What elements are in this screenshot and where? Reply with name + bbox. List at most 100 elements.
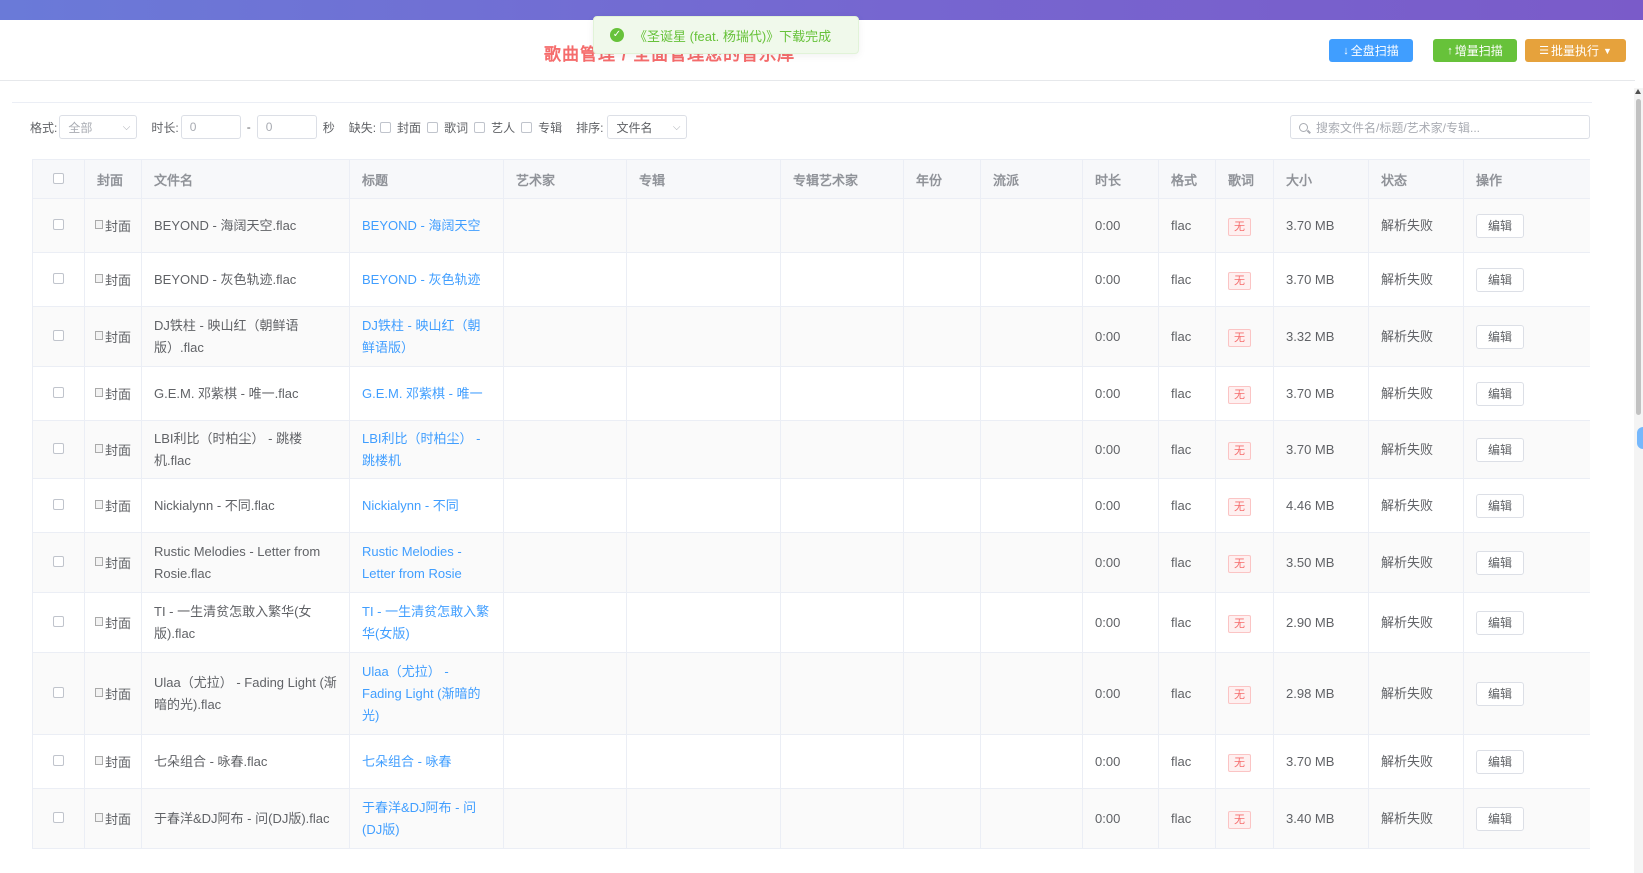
format-cell: flac xyxy=(1158,366,1216,421)
row-checkbox[interactable] xyxy=(53,386,64,398)
size-cell: 4.46 MB xyxy=(1273,478,1369,533)
row-select-cell xyxy=(32,252,85,307)
title-link[interactable]: BEYOND - 海阔天空 xyxy=(362,218,480,233)
edit-button[interactable]: 编辑 xyxy=(1476,749,1525,774)
album-cell xyxy=(626,478,781,533)
title-link[interactable]: LBI利比（时柏尘） - 跳楼机 xyxy=(362,431,480,468)
incremental-scan-button[interactable]: ↑ 增量扫描 xyxy=(1433,39,1517,62)
row-checkbox[interactable] xyxy=(53,555,64,567)
row-checkbox[interactable] xyxy=(53,272,64,284)
table-row: 封面 Rustic Melodies - Letter from Rosie.fl… xyxy=(32,532,1590,593)
sort-select[interactable]: 文件名 ⌵ xyxy=(607,115,688,139)
scrollbar-thumb[interactable] xyxy=(1636,99,1641,415)
title-link[interactable]: Rustic Melodies - Letter from Rosie xyxy=(362,544,462,581)
edit-button[interactable]: 编辑 xyxy=(1476,437,1525,462)
format-cell: flac xyxy=(1158,734,1216,789)
missing-artist-checkbox[interactable] xyxy=(474,121,486,133)
title-link[interactable]: BEYOND - 灰色轨迹 xyxy=(362,272,480,287)
filename-cell: DJ铁柱 - 映山红（朝鲜语版）.flac xyxy=(141,306,350,367)
title-link[interactable]: Nickialynn - 不同 xyxy=(362,498,459,513)
filename-cell: LBI利比（时柏尘） - 跳楼机.flac xyxy=(141,420,350,479)
cover-cell: 封面 xyxy=(84,366,142,421)
row-checkbox[interactable] xyxy=(53,442,64,454)
title-link[interactable]: G.E.M. 邓紫棋 - 唯一 xyxy=(362,386,483,401)
edit-button[interactable]: 编辑 xyxy=(1476,267,1525,292)
title-link[interactable]: DJ铁柱 - 映山红（朝鲜语版） xyxy=(362,318,480,355)
edit-button[interactable]: 编辑 xyxy=(1476,806,1525,831)
title-cell: BEYOND - 灰色轨迹 xyxy=(349,252,504,307)
cover-image: 封面 xyxy=(95,809,131,831)
genre-cell xyxy=(980,420,1083,479)
row-checkbox[interactable] xyxy=(53,329,64,341)
cover-image: 封面 xyxy=(95,684,131,706)
lyrics-status-badge: 无 xyxy=(1228,328,1251,347)
format-cell: flac xyxy=(1158,198,1216,253)
duration-cell: 0:00 xyxy=(1082,366,1159,421)
row-checkbox[interactable] xyxy=(53,218,64,230)
title-link[interactable]: 七朵组合 - 咏春 xyxy=(362,754,452,769)
search-input[interactable]: 搜索文件名/标题/艺术家/专辑... xyxy=(1290,115,1590,139)
actions-cell: 编辑 xyxy=(1463,420,1590,479)
filename-cell: 于春洋&DJ阿布 - 问(DJ版).flac xyxy=(141,788,350,849)
format-cell: flac xyxy=(1158,420,1216,479)
duration-min-input[interactable]: 0 xyxy=(180,115,241,139)
column-header: 专辑 xyxy=(626,159,781,199)
filename-cell: Rustic Melodies - Letter from Rosie.flac xyxy=(141,532,350,593)
row-checkbox[interactable] xyxy=(53,615,64,627)
cover-cell: 封面 xyxy=(84,478,142,533)
status-cell: 解析失败 xyxy=(1368,252,1464,307)
row-checkbox[interactable] xyxy=(53,498,64,510)
missing-album-checkbox[interactable] xyxy=(521,121,533,133)
size-cell: 2.98 MB xyxy=(1273,652,1369,735)
row-select-cell xyxy=(32,420,85,479)
lyrics-cell: 无 xyxy=(1215,198,1274,253)
lyrics-status-badge: 无 xyxy=(1228,810,1251,829)
size-cell: 3.70 MB xyxy=(1273,420,1369,479)
missing-cover-checkbox[interactable] xyxy=(380,121,392,133)
cover-alt-text: 封面 xyxy=(105,615,132,631)
duration-cell: 0:00 xyxy=(1082,734,1159,789)
edit-button[interactable]: 编辑 xyxy=(1476,610,1525,635)
album-cell xyxy=(626,252,781,307)
edit-button[interactable]: 编辑 xyxy=(1476,550,1525,575)
artist-cell xyxy=(503,420,627,479)
format-cell: flac xyxy=(1158,478,1216,533)
duration-max-input[interactable]: 0 xyxy=(256,115,317,139)
size-cell: 3.50 MB xyxy=(1273,532,1369,593)
format-select[interactable]: 全部 ⌵ xyxy=(59,115,138,139)
title-link[interactable]: TI - 一生清贫怎敢入繁华(女版) xyxy=(362,604,489,641)
edit-button[interactable]: 编辑 xyxy=(1476,381,1525,406)
batch-execute-button[interactable]: ☰ 批量执行 ▼ xyxy=(1525,39,1626,62)
year-cell xyxy=(903,198,981,253)
table-row: 封面 Nickialynn - 不同.flac Nickialynn - 不同 0:0… xyxy=(32,478,1590,533)
songs-table-container: 封面 文件名 标题 艺术家 专辑 专辑艺术家 年份 流派 时长 格式 歌词 大小… xyxy=(32,159,1590,873)
album-cell xyxy=(626,652,781,735)
row-checkbox[interactable] xyxy=(53,754,64,766)
cover-alt-text: 封面 xyxy=(105,686,132,702)
year-cell xyxy=(903,652,981,735)
title-link[interactable]: Ulaa（尤拉） - Fading Light (渐暗的光) xyxy=(362,664,481,723)
row-checkbox[interactable] xyxy=(53,686,64,698)
actions-cell: 编辑 xyxy=(1463,198,1590,253)
edit-button[interactable]: 编辑 xyxy=(1476,493,1525,518)
edit-button[interactable]: 编辑 xyxy=(1476,213,1525,238)
artist-cell xyxy=(503,734,627,789)
select-all-checkbox[interactable] xyxy=(53,172,64,184)
duration-max-placeholder: 0 xyxy=(265,120,273,134)
artist-cell xyxy=(503,366,627,421)
full-scan-button[interactable]: ↓ 全盘扫描 xyxy=(1329,39,1413,62)
side-float-tab[interactable] xyxy=(1637,427,1643,449)
edit-button[interactable]: 编辑 xyxy=(1476,324,1525,349)
duration-cell: 0:00 xyxy=(1082,478,1159,533)
page-scrollbar[interactable] xyxy=(1634,88,1643,873)
artist-cell xyxy=(503,306,627,367)
edit-button[interactable]: 编辑 xyxy=(1476,681,1525,706)
table-row: 封面 DJ铁柱 - 映山红（朝鲜语版）.flac DJ铁柱 - 映山红（朝鲜语版） 0… xyxy=(32,306,1590,367)
actions-cell: 编辑 xyxy=(1463,734,1590,789)
size-cell: 3.70 MB xyxy=(1273,198,1369,253)
title-link[interactable]: 于春洋&DJ阿布 - 问(DJ版) xyxy=(362,800,476,837)
row-checkbox[interactable] xyxy=(53,811,64,823)
scroll-up-icon[interactable] xyxy=(1635,89,1641,94)
missing-lyrics-checkbox[interactable] xyxy=(427,121,439,133)
album-artist-cell xyxy=(780,366,904,421)
